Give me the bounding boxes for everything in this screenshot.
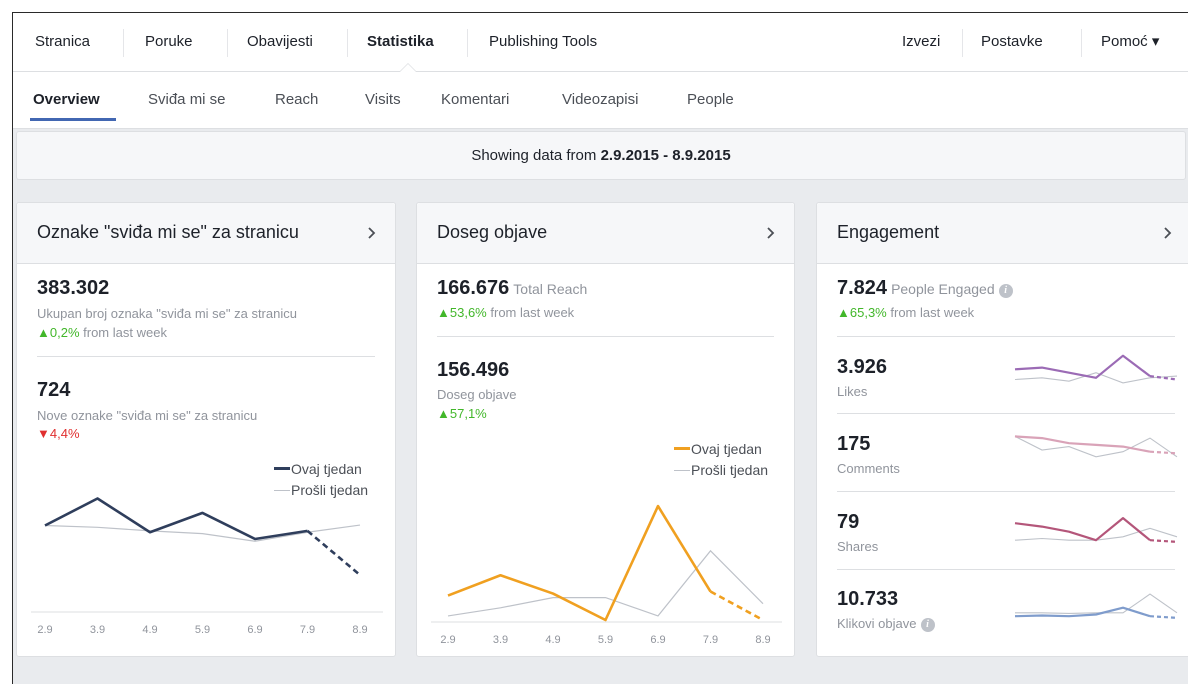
x-tick-label: 7.9 — [703, 634, 718, 646]
page-likes-card-header[interactable]: Oznake "sviđa mi se" za stranicu — [17, 203, 395, 264]
series-this-week — [44, 497, 308, 541]
engagement-card: Engagement 7.824 People Engaged i ▲65,3% f… — [816, 202, 1188, 657]
sparkline-projection — [1149, 539, 1178, 543]
sparkline-this-week — [1014, 435, 1151, 453]
x-tick-label: 8.9 — [755, 634, 770, 646]
tab-komentari[interactable]: Komentari — [441, 72, 509, 128]
series-last-week — [447, 549, 764, 617]
insights-frame: Stranica Poruke Obavijesti Statistika Pu… — [12, 12, 1188, 684]
page-likes-card: Oznake "sviđa mi se" za stranicu 383.302… — [16, 202, 396, 657]
chevron-right-icon — [766, 224, 776, 245]
series-last-week — [44, 524, 361, 542]
shares-value: 79 — [837, 511, 860, 533]
x-tick-label: 8.9 — [352, 624, 367, 636]
people-engaged-value: 7.824 People Engaged i — [837, 277, 1013, 300]
new-likes-desc: Nove oznake "sviđa mi se" za stranicu — [37, 408, 258, 423]
series-this-week-projection — [306, 529, 361, 576]
x-tick-label: 4.9 — [142, 624, 157, 636]
post-reach-card-header[interactable]: Doseg objave — [417, 203, 794, 264]
post-reach-change: ▲57,1% — [437, 406, 487, 421]
shares-label: Shares — [837, 539, 879, 554]
total-reach-value: 166.676 Total Reach — [437, 277, 588, 299]
triangle-up-icon: ▲ — [437, 406, 450, 421]
chevron-right-icon — [367, 224, 377, 245]
post-reach-value: 156.496 — [437, 359, 510, 381]
info-icon[interactable]: i — [998, 284, 1013, 298]
post-reach-desc: Doseg objave — [437, 387, 517, 402]
x-tick-label: 3.9 — [493, 634, 508, 646]
top-nav: Stranica Poruke Obavijesti Statistika Pu… — [13, 13, 1188, 72]
new-likes-value: 724 — [37, 379, 71, 401]
likes-line-chart: 2.9 3.9 4.9 5.9 6.9 7.9 8.9 — [31, 497, 383, 636]
x-tick-label: 5.9 — [195, 624, 210, 636]
post-clicks-label: Klikovi objave i — [837, 616, 935, 632]
people-engaged-change: ▲65,3% from last week — [837, 305, 975, 320]
x-tick-label: 6.9 — [650, 634, 665, 646]
engagement-card-header[interactable]: Engagement — [817, 203, 1188, 264]
info-icon[interactable]: i — [920, 618, 935, 632]
likes-sparkline — [1014, 354, 1178, 384]
date-range-bar: Showing data from 2.9.2015 - 8.9.2015 — [16, 131, 1186, 180]
x-tick-label: 3.9 — [90, 624, 105, 636]
triangle-up-icon: ▲ — [837, 305, 850, 320]
total-likes-desc: Ukupan broj oznaka "sviđa mi se" za stra… — [37, 306, 297, 321]
post-reach-title: Doseg objave — [437, 222, 548, 242]
tab-people[interactable]: People — [687, 72, 734, 128]
tab-visits[interactable]: Visits — [365, 72, 401, 128]
sub-nav: Overview Sviđa mi se Reach Visits Koment… — [13, 72, 1188, 129]
post-clicks-value: 10.733 — [837, 588, 899, 610]
nav-poruke[interactable]: Poruke — [145, 13, 193, 71]
x-tick-label: 2.9 — [37, 624, 52, 636]
sparkline-this-week — [1014, 517, 1151, 542]
post-reach-card: Doseg objave 166.676 Total Reach ▲53,6% f… — [416, 202, 795, 657]
active-tab-underline — [30, 118, 116, 121]
nav-stranica[interactable]: Stranica — [35, 13, 90, 71]
comments-sparkline — [1014, 435, 1178, 458]
triangle-up-icon: ▲ — [437, 305, 450, 320]
total-likes-value: 383.302 — [37, 277, 110, 299]
x-tick-label: 5.9 — [598, 634, 613, 646]
triangle-up-icon: ▲ — [37, 325, 50, 340]
sparkline-projection — [1149, 615, 1178, 619]
sparkline-projection — [1149, 450, 1178, 455]
comments-value: 175 — [837, 433, 871, 455]
nav-publishing-tools[interactable]: Publishing Tools — [489, 13, 597, 71]
nav-postavke[interactable]: Postavke — [981, 13, 1043, 71]
likes-value: 3.926 — [837, 356, 888, 378]
engagement-title: Engagement — [837, 222, 940, 242]
total-likes-change: ▲0,2% from last week — [37, 325, 167, 340]
sparkline-this-week — [1014, 606, 1151, 618]
date-range-prefix: Showing data from — [471, 147, 597, 164]
comments-label: Comments — [837, 461, 900, 476]
post-clicks-sparkline — [1014, 593, 1178, 619]
nav-pomoc-dropdown[interactable]: Pomoć ▾ — [1101, 13, 1159, 71]
page-likes-title: Oznake "sviđa mi se" za stranicu — [37, 222, 299, 242]
x-tick-label: 6.9 — [247, 624, 262, 636]
nav-obavijesti[interactable]: Obavijesti — [247, 13, 313, 71]
sparkline-last-week — [1014, 435, 1178, 458]
chevron-right-icon — [1163, 224, 1173, 245]
tab-videozapisi[interactable]: Videozapisi — [562, 72, 638, 128]
likes-label: Likes — [837, 384, 868, 399]
tab-reach[interactable]: Reach — [275, 72, 318, 128]
series-this-week — [447, 504, 712, 622]
total-reach-change: ▲53,6% from last week — [437, 305, 575, 320]
x-tick-label: 7.9 — [300, 624, 315, 636]
reach-line-chart: 2.9 3.9 4.9 5.9 6.9 7.9 8.9 — [431, 504, 782, 646]
tab-svida-mi-se[interactable]: Sviđa mi se — [148, 72, 226, 128]
sparkline-this-week — [1014, 354, 1151, 379]
date-range-value: 2.9.2015 - 8.9.2015 — [600, 147, 731, 164]
shares-sparkline — [1014, 517, 1178, 543]
x-tick-label: 4.9 — [545, 634, 560, 646]
sparkline-last-week — [1015, 593, 1178, 615]
nav-izvezi[interactable]: Izvezi — [902, 13, 940, 71]
sparkline-last-week — [1014, 527, 1178, 541]
x-tick-label: 2.9 — [440, 634, 455, 646]
